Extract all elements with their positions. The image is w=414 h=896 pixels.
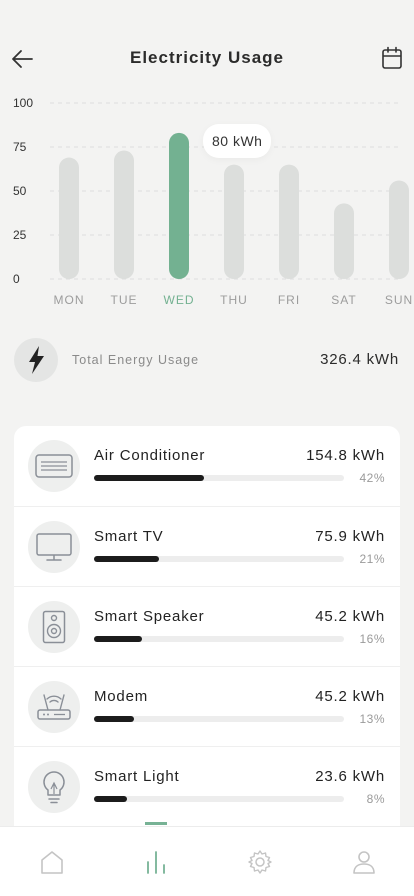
header: Electricity Usage (0, 0, 414, 100)
bolt-badge (14, 338, 58, 382)
lightning-bolt-icon (29, 346, 44, 374)
tv-icon (36, 533, 72, 561)
device-name: Smart TV (94, 528, 164, 545)
device-progress-fill (94, 556, 159, 562)
device-icon-badge (28, 681, 80, 733)
total-usage-label: Total Energy Usage (72, 353, 200, 367)
lightbulb-icon (43, 771, 65, 804)
device-progress-track (94, 475, 344, 481)
device-item-smart-light[interactable]: Smart Light 23.6 kWh 8% (14, 746, 400, 826)
nav-settings[interactable] (208, 827, 312, 896)
y-tick-label: 100 (13, 96, 33, 110)
bar-fri[interactable] (279, 164, 299, 279)
chart-icon (147, 851, 165, 874)
bar-sun[interactable] (389, 180, 409, 279)
device-progress-track (94, 556, 344, 562)
device-item-air-conditioner[interactable]: Air Conditioner 154.8 kWh 42% (14, 426, 400, 506)
device-item-smart-tv[interactable]: Smart TV 75.9 kWh 21% (14, 506, 400, 586)
x-tick-label[interactable]: THU (220, 293, 248, 307)
x-tick-label[interactable]: MON (54, 293, 85, 307)
page-title: Electricity Usage (129, 48, 284, 67)
x-tick-label[interactable]: SUN (385, 293, 413, 307)
device-usage: 75.9 kWh (315, 528, 385, 545)
device-progress-track (94, 716, 344, 722)
nav-profile[interactable] (312, 827, 414, 896)
total-usage-row: Total Energy Usage 326.4 kWh (0, 336, 414, 384)
device-list: Air Conditioner 154.8 kWh 42% Smart TV 7… (14, 426, 400, 826)
device-progress-track (94, 796, 344, 802)
device-percent: 21% (359, 552, 385, 566)
device-item-modem[interactable]: Modem 45.2 kWh 13% (14, 666, 400, 746)
total-usage-value: 326.4 kWh (320, 351, 399, 368)
bar-thu[interactable] (224, 164, 244, 279)
device-icon-badge (28, 761, 80, 813)
device-icon-badge (28, 440, 80, 492)
home-icon (41, 851, 63, 874)
y-tick-label: 50 (13, 184, 27, 198)
chart-tooltip: 80 kWh (203, 124, 272, 158)
x-tick-label[interactable]: FRI (278, 293, 300, 307)
usage-chart: 0 25 50 75 100 MON TUE WED THU FRI SAT SUN (0, 90, 414, 320)
device-name: Smart Speaker (94, 608, 205, 625)
device-progress-fill (94, 475, 204, 481)
bar-mon[interactable] (59, 157, 79, 279)
device-name: Smart Light (94, 768, 180, 785)
bottom-nav (0, 826, 414, 896)
device-usage: 154.8 kWh (306, 447, 385, 464)
device-progress-track (94, 636, 344, 642)
device-progress-fill (94, 716, 134, 722)
device-percent: 13% (359, 712, 385, 726)
user-icon (353, 851, 375, 874)
device-name: Modem (94, 688, 149, 705)
device-progress-fill (94, 796, 127, 802)
device-item-smart-speaker[interactable]: Smart Speaker 45.2 kWh 16% (14, 586, 400, 666)
device-icon-badge (28, 521, 80, 573)
nav-home[interactable] (0, 827, 104, 896)
x-tick-label[interactable]: WED (164, 293, 195, 307)
speaker-icon (42, 610, 66, 644)
active-tab-indicator (145, 822, 167, 825)
usage-bar-chart: 0 25 50 75 100 MON TUE WED THU FRI SAT SUN (13, 96, 413, 307)
device-progress-fill (94, 636, 142, 642)
calendar-button[interactable] (381, 46, 403, 70)
bar-sat[interactable] (334, 203, 354, 279)
device-percent: 8% (366, 792, 385, 806)
y-tick-label: 25 (13, 228, 27, 242)
device-percent: 42% (359, 471, 385, 485)
air-conditioner-icon (35, 454, 73, 478)
device-usage: 45.2 kWh (315, 608, 385, 625)
device-name: Air Conditioner (94, 447, 206, 464)
device-icon-badge (28, 601, 80, 653)
y-tick-label: 0 (13, 272, 20, 286)
bar-wed[interactable] (169, 132, 189, 279)
nav-stats[interactable] (104, 827, 208, 896)
calendar-icon (382, 46, 402, 69)
device-usage: 45.2 kWh (315, 688, 385, 705)
x-tick-label[interactable]: SAT (331, 293, 356, 307)
router-icon (37, 694, 71, 720)
device-usage: 23.6 kWh (315, 768, 385, 785)
x-tick-label[interactable]: TUE (111, 293, 138, 307)
y-tick-label: 75 (13, 140, 27, 154)
gear-icon (248, 850, 272, 874)
device-percent: 16% (359, 632, 385, 646)
bar-tue[interactable] (114, 150, 134, 279)
